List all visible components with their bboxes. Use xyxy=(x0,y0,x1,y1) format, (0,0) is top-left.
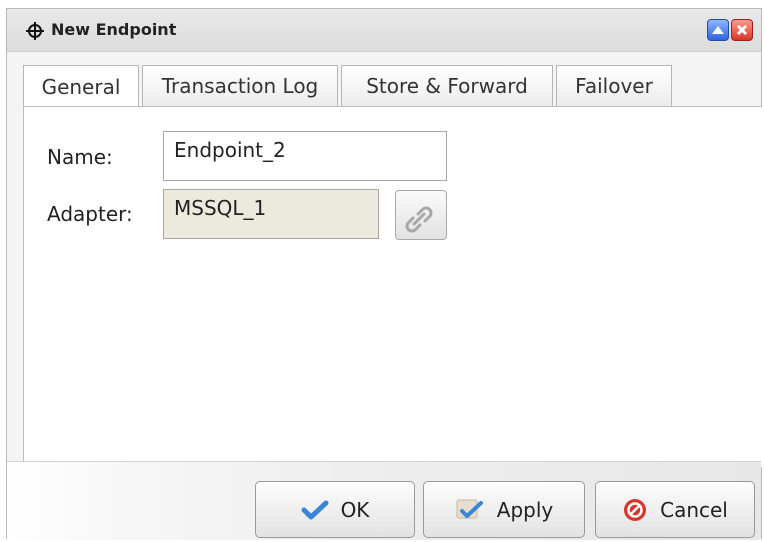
tab-failover[interactable]: Failover xyxy=(556,65,672,106)
title-bar: New Endpoint xyxy=(7,9,761,52)
link-icon xyxy=(405,206,433,233)
new-endpoint-dialog: New Endpoint General Transaction Log Sto… xyxy=(6,8,763,540)
cancel-button[interactable]: Cancel xyxy=(595,481,755,538)
close-button[interactable] xyxy=(731,19,753,41)
tab-label: Store & Forward xyxy=(366,74,528,98)
tab-label: Transaction Log xyxy=(161,74,319,98)
maximize-icon xyxy=(712,26,724,34)
cancel-label: Cancel xyxy=(660,497,728,522)
dialog-title: New Endpoint xyxy=(51,20,177,39)
crosshair-icon xyxy=(26,22,44,40)
maximize-button[interactable] xyxy=(707,19,729,41)
name-input[interactable]: Endpoint_2 xyxy=(163,131,447,181)
name-label: Name: xyxy=(47,145,113,169)
tab-general[interactable]: General xyxy=(23,65,139,107)
tab-store-forward[interactable]: Store & Forward xyxy=(341,65,553,106)
apply-icon xyxy=(456,499,483,518)
tab-transaction-log[interactable]: Transaction Log xyxy=(142,65,338,106)
tab-label: General xyxy=(41,74,121,99)
adapter-link-button[interactable] xyxy=(395,190,447,240)
tab-label: Failover xyxy=(575,74,653,98)
ok-label: OK xyxy=(340,497,370,522)
apply-button[interactable]: Apply xyxy=(423,481,585,538)
apply-label: Apply xyxy=(496,497,554,522)
adapter-label: Adapter: xyxy=(47,202,133,226)
ok-button[interactable]: OK xyxy=(255,481,415,538)
close-icon xyxy=(736,24,748,36)
cancel-icon xyxy=(624,498,647,521)
checkmark-icon xyxy=(301,500,329,519)
adapter-field[interactable]: MSSQL_1 xyxy=(163,189,379,239)
